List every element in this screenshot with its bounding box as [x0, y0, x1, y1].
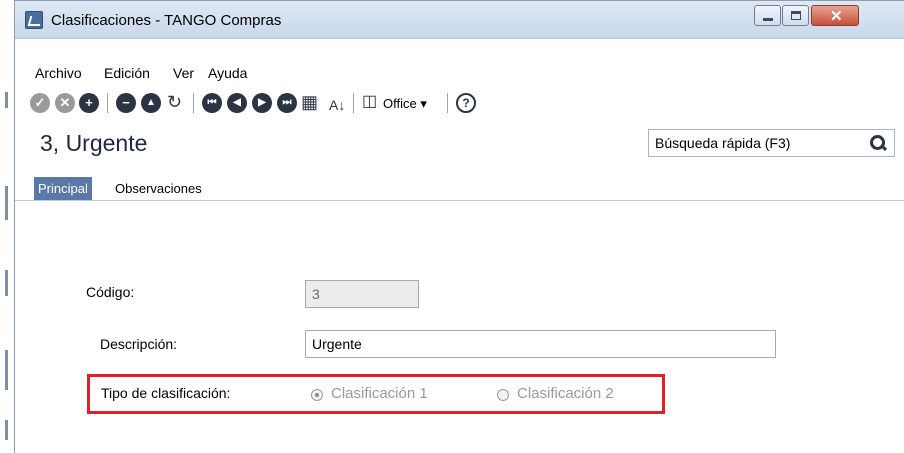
sort-icon[interactable]: A↓: [329, 94, 345, 116]
title-bar[interactable]: Clasificaciones - TANGO Compras ✕: [15, 1, 904, 39]
add-icon[interactable]: +: [79, 93, 99, 113]
tab-observaciones[interactable]: Observaciones: [111, 177, 206, 200]
grid-icon[interactable]: ▦: [301, 91, 318, 113]
toolbar-separator: [447, 93, 448, 113]
tipo-clasificacion-label: Tipo de clasificación:: [101, 385, 231, 401]
radio-clasificacion-1-label: Clasificación 1: [331, 385, 428, 402]
search-icon[interactable]: [869, 134, 887, 152]
radio-clasificacion-1[interactable]: [311, 389, 323, 401]
toolbar-separator: [353, 93, 354, 113]
delete-icon[interactable]: −: [116, 93, 136, 113]
accept-icon[interactable]: ✓: [30, 93, 50, 113]
descripcion-label: Descripción:: [100, 336, 178, 352]
previous-record-icon[interactable]: ◀: [227, 93, 247, 113]
menu-ver[interactable]: Ver: [173, 65, 194, 81]
codigo-label: Código:: [86, 284, 135, 300]
chevron-down-icon: ▾: [420, 96, 427, 111]
toolbar-separator: [107, 93, 108, 113]
maximize-icon: [791, 11, 801, 20]
app-window: Clasificaciones - TANGO Compras ✕ Archiv…: [14, 0, 904, 453]
first-record-icon[interactable]: ⏮: [202, 93, 222, 113]
radio-clasificacion-2-label: Clasificación 2: [517, 385, 614, 402]
quick-search-input[interactable]: Búsqueda rápida (F3): [648, 129, 895, 157]
app-icon: [25, 11, 43, 29]
next-record-icon[interactable]: ▶: [252, 93, 272, 113]
tab-divider: [15, 200, 904, 201]
close-button[interactable]: ✕: [811, 5, 859, 26]
maximize-button[interactable]: [782, 5, 809, 26]
cancel-icon[interactable]: ✕: [55, 93, 75, 113]
edge-mark: [5, 186, 8, 220]
minimize-icon: [763, 18, 773, 21]
minimize-button[interactable]: [754, 5, 781, 26]
left-edge-strip: [0, 0, 14, 453]
search-placeholder: Búsqueda rápida (F3): [655, 135, 791, 151]
tab-principal[interactable]: Principal: [34, 177, 92, 200]
office-menu-button[interactable]: Office ▾: [383, 96, 427, 112]
refresh-icon[interactable]: ↻: [167, 91, 182, 113]
radio-clasificacion-2[interactable]: [497, 389, 509, 401]
descripcion-field[interactable]: Urgente: [305, 330, 776, 358]
menu-ayuda[interactable]: Ayuda: [208, 65, 247, 81]
office-icon[interactable]: ◫: [362, 91, 377, 113]
edit-icon[interactable]: ▲: [141, 93, 161, 113]
menu-bar: Archivo Edición Ver Ayuda: [15, 59, 904, 83]
record-title: 3, Urgente: [40, 130, 148, 156]
toolbar-separator: [193, 93, 194, 113]
menu-archivo[interactable]: Archivo: [35, 65, 82, 81]
codigo-field: 3: [305, 280, 419, 308]
toolbar: ✓ ✕ + − ▲ ↻ ⏮ ◀ ▶ ⏭ ▦ A↓ ◫ Office ▾ ?: [15, 89, 904, 119]
window-title: Clasificaciones - TANGO Compras: [51, 12, 282, 29]
edge-mark: [5, 92, 8, 108]
edge-mark: [5, 420, 8, 440]
edge-mark: [5, 350, 8, 390]
menu-edicion[interactable]: Edición: [104, 65, 150, 81]
edge-mark: [5, 270, 8, 296]
last-record-icon[interactable]: ⏭: [277, 93, 297, 113]
help-icon[interactable]: ?: [456, 93, 476, 113]
close-icon: ✕: [830, 8, 843, 25]
office-label: Office: [383, 96, 417, 111]
